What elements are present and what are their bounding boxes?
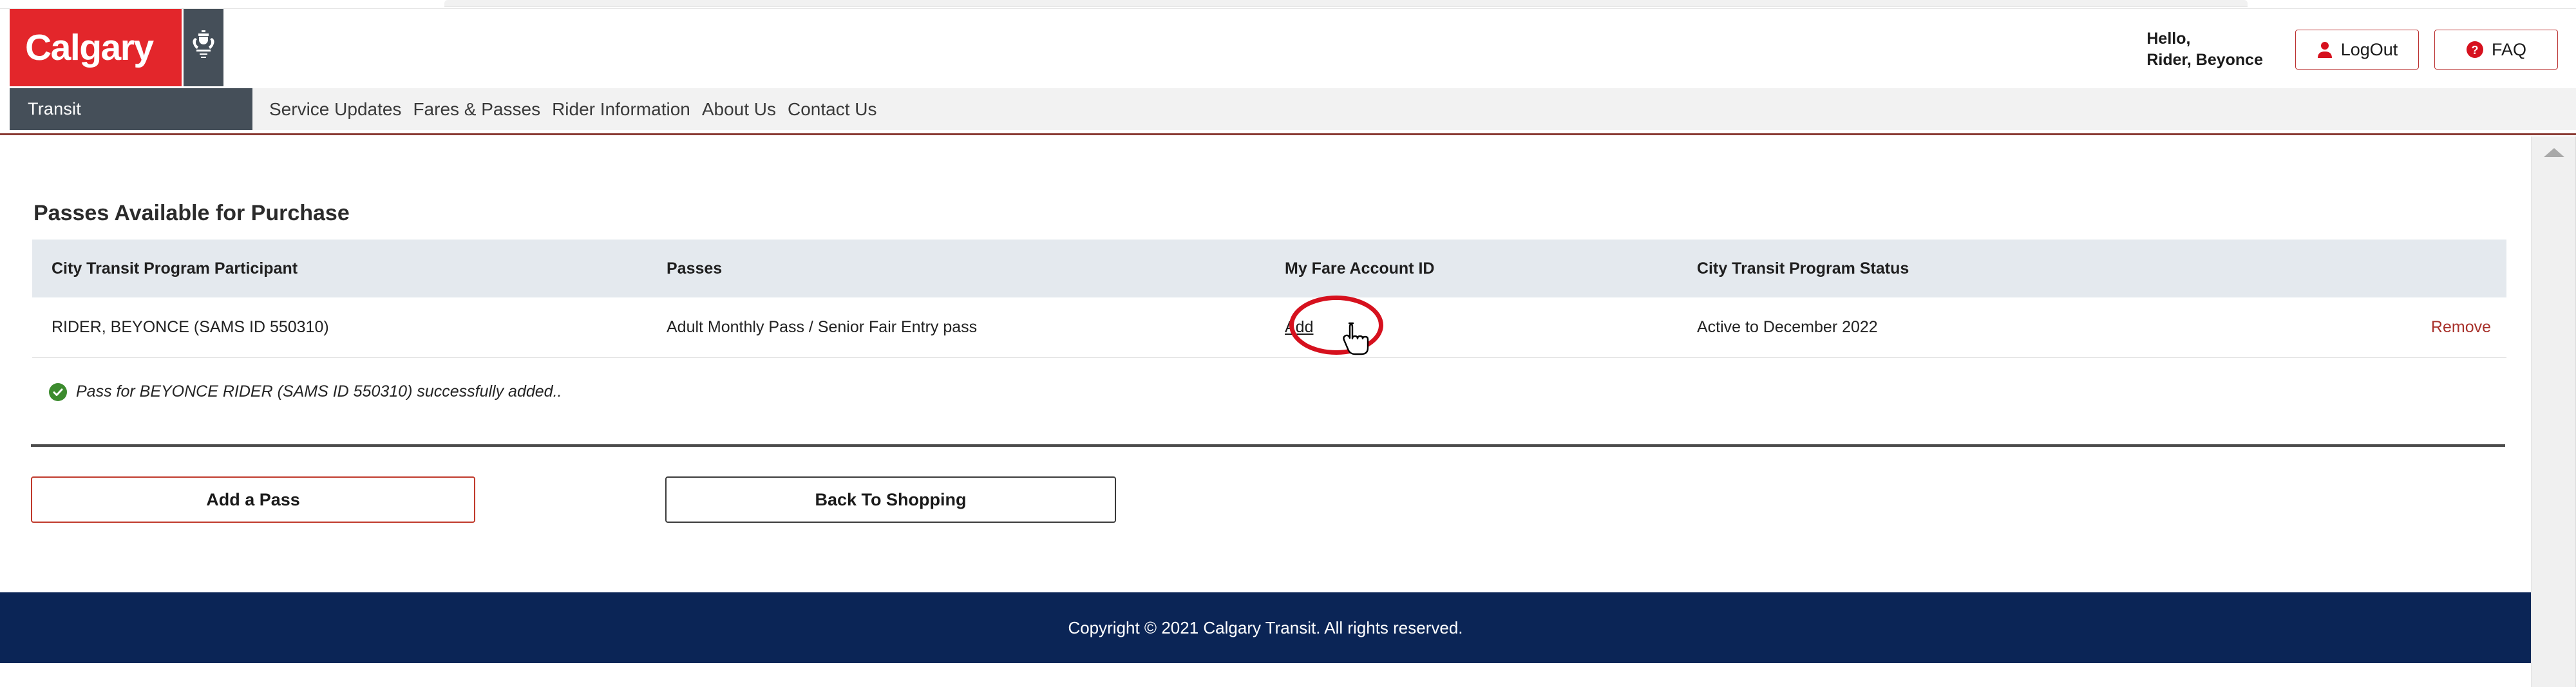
faq-button[interactable]: ? FAQ <box>2434 30 2558 70</box>
site-footer: Copyright © 2021 Calgary Transit. All ri… <box>0 592 2531 663</box>
column-header-participant: City Transit Program Participant <box>52 259 298 278</box>
column-header-passes: Passes <box>667 259 723 278</box>
greeting-line-1: Hello, <box>2146 30 2191 48</box>
nav-item-contact-us[interactable]: Contact Us <box>782 99 883 120</box>
logo-city-text: Calgary <box>25 26 154 68</box>
nav-item-about-us[interactable]: About Us <box>696 99 782 120</box>
logo-department-bar: Transit <box>10 88 261 130</box>
question-mark-icon: ? <box>2466 41 2484 59</box>
cell-participant: RIDER, BEYONCE (SAMS ID 550310) <box>52 318 329 336</box>
svg-text:?: ? <box>2471 44 2478 57</box>
table-header-row: City Transit Program Participant Passes … <box>32 240 2506 297</box>
browser-chrome-strip <box>0 0 2576 9</box>
logout-button[interactable]: LogOut <box>2295 30 2419 70</box>
user-icon <box>2316 41 2333 59</box>
column-header-fare-account-id: My Fare Account ID <box>1285 259 1435 278</box>
user-greeting: Hello, Rider, Beyonce <box>2146 28 2263 71</box>
check-circle-icon <box>49 382 67 401</box>
greeting-line-2: Rider, Beyonce <box>2146 51 2263 69</box>
triangle-up-icon[interactable] <box>2543 148 2564 157</box>
logo-department-text: Transit <box>28 99 81 118</box>
remove-link[interactable]: Remove <box>2431 318 2491 336</box>
page-bottom-spacer <box>0 663 2531 687</box>
nav-item-rider-information[interactable]: Rider Information <box>546 99 696 120</box>
main-navigation: Service Updates Fares & Passes Rider Inf… <box>252 88 2576 130</box>
page-title: Passes Available for Purchase <box>33 201 350 225</box>
main-content: Passes Available for Purchase City Trans… <box>0 136 2531 594</box>
table-row: RIDER, BEYONCE (SAMS ID 550310) Adult Mo… <box>32 296 2506 358</box>
add-a-pass-button[interactable]: Add a Pass <box>31 476 475 523</box>
header-bottom-rule <box>0 133 2576 135</box>
vertical-scrollbar[interactable] <box>2531 136 2576 687</box>
logout-button-label: LogOut <box>2340 39 2398 59</box>
cell-actions: Remove <box>2264 318 2506 337</box>
success-message: Pass for BEYONCE RIDER (SAMS ID 550310) … <box>49 382 562 401</box>
site-logo[interactable]: Calgary Transit <box>10 9 261 130</box>
site-header: Calgary Transit Service Updates Fares & … <box>0 9 2576 130</box>
back-to-shopping-button[interactable]: Back To Shopping <box>665 476 1116 523</box>
cell-passes: Adult Monthly Pass / Senior Fair Entry p… <box>667 318 978 336</box>
add-fare-account-link[interactable]: Add <box>1285 318 1313 336</box>
success-message-text: Pass for BEYONCE RIDER (SAMS ID 550310) … <box>76 382 562 400</box>
nav-item-fares-passes[interactable]: Fares & Passes <box>407 99 546 120</box>
cell-program-status: Active to December 2022 <box>1697 318 1878 336</box>
passes-table: City Transit Program Participant Passes … <box>32 240 2506 358</box>
browser-tab[interactable] <box>444 0 2248 7</box>
column-header-program-status: City Transit Program Status <box>1697 259 1909 278</box>
copyright-text: Copyright © 2021 Calgary Transit. All ri… <box>1068 617 1463 637</box>
user-controls: Hello, Rider, Beyonce LogOut ? FAQ <box>2146 28 2558 71</box>
cell-fare-account-id: Add <box>1285 318 1697 337</box>
coat-of-arms-icon <box>184 9 223 86</box>
logo-city-wordmark: Calgary <box>10 9 182 86</box>
content-divider <box>31 444 2505 447</box>
nav-item-service-updates[interactable]: Service Updates <box>263 99 407 120</box>
faq-button-label: FAQ <box>2491 39 2526 59</box>
